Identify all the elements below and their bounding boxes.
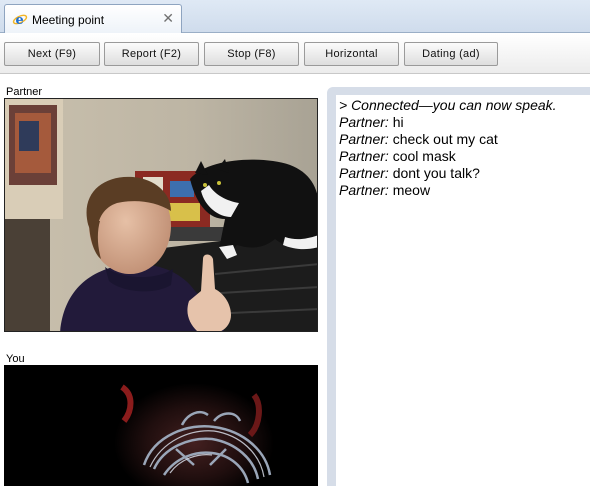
next-button[interactable]: Next (F9) bbox=[4, 42, 100, 66]
chat-message: Partner: dont you talk? bbox=[339, 165, 590, 182]
you-video bbox=[4, 365, 318, 486]
message-text: hi bbox=[392, 114, 404, 130]
tab-meeting-point[interactable]: e Meeting point ✕ bbox=[4, 4, 182, 33]
chat-message: Partner: meow bbox=[339, 182, 590, 199]
message-text: meow bbox=[392, 182, 431, 198]
you-label: You bbox=[6, 353, 25, 365]
horizontal-button[interactable]: Horizontal bbox=[304, 42, 399, 66]
chat-message: Partner: cool mask bbox=[339, 148, 590, 165]
system-message: > Connected—you can now speak. bbox=[339, 97, 557, 113]
stop-button[interactable]: Stop (F8) bbox=[204, 42, 299, 66]
partner-video bbox=[4, 98, 318, 332]
message-speaker: Partner: bbox=[339, 131, 389, 147]
ie-logo-icon: e bbox=[12, 13, 28, 27]
dating-button[interactable]: Dating (ad) bbox=[404, 42, 498, 66]
chat-message: Partner: check out my cat bbox=[339, 131, 590, 148]
you-video-frame bbox=[4, 365, 318, 486]
tab-title: Meeting point bbox=[32, 13, 105, 27]
toolbar: Next (F9) Report (F2) Stop (F8) Horizont… bbox=[0, 34, 590, 74]
chat-log: > Connected—you can now speak. Partner: … bbox=[336, 95, 590, 486]
report-button[interactable]: Report (F2) bbox=[104, 42, 199, 66]
browser-tab-strip: e Meeting point ✕ bbox=[0, 0, 590, 33]
chat-message: Partner: hi bbox=[339, 114, 590, 131]
message-speaker: Partner: bbox=[339, 182, 389, 198]
message-speaker: Partner: bbox=[339, 148, 389, 164]
svg-text:e: e bbox=[16, 13, 24, 27]
partner-video-frame bbox=[5, 99, 317, 331]
partner-label: Partner bbox=[6, 86, 43, 98]
message-speaker: Partner: bbox=[339, 114, 389, 130]
message-text: dont you talk? bbox=[392, 165, 480, 181]
message-text: check out my cat bbox=[392, 131, 498, 147]
close-icon[interactable]: ✕ bbox=[162, 11, 174, 25]
message-text: cool mask bbox=[392, 148, 456, 164]
message-speaker: Partner: bbox=[339, 165, 389, 181]
